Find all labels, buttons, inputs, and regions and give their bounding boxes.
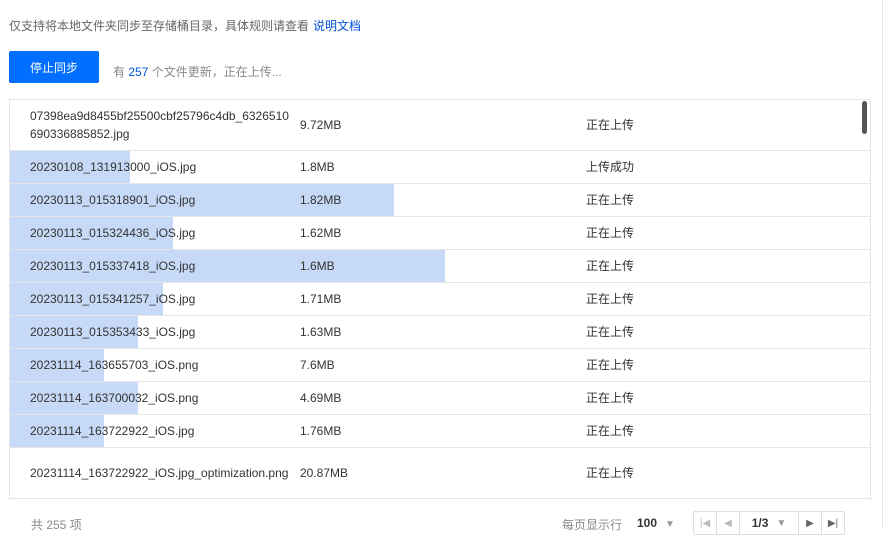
last-page-icon[interactable]: ▶| xyxy=(822,512,844,534)
per-page-value: 100 xyxy=(637,516,658,530)
file-size: 1.62MB xyxy=(300,226,342,240)
table-row: 20231114_163722922_iOS.jpg_optimization.… xyxy=(10,448,870,499)
file-name: 20231114_163655703_iOS.png xyxy=(30,358,199,372)
panel-edge xyxy=(882,0,891,529)
page-value: 1/3 xyxy=(751,516,769,530)
chevron-down-icon: ▼ xyxy=(665,519,675,530)
upload-status: 正在上传 xyxy=(586,424,635,438)
table-row: 20231114_163700032_iOS.png 4.69MB 正在上传 xyxy=(10,382,870,415)
file-name: 20231114_163722922_iOS.jpg_optimization.… xyxy=(30,466,289,480)
next-page-icon[interactable]: ▶ xyxy=(799,512,822,534)
table-row: 07398ea9d8455bf25500cbf25796c4db_6326510… xyxy=(10,100,870,151)
per-page-select[interactable]: 100 ▼ xyxy=(637,516,675,530)
table-footer: 共 255 项 每页显示行 100 ▼ |◀ ◀ 1/3 ▼ ▶ ▶| xyxy=(9,499,871,535)
file-name: 20230108_131913000_iOS.jpg xyxy=(30,160,197,174)
file-name: 20230113_015318901_iOS.jpg xyxy=(30,193,196,207)
table-row: 20230113_015337418_iOS.jpg 1.6MB 正在上传 xyxy=(10,250,870,283)
total-count: 共 255 项 xyxy=(31,518,82,532)
upload-status: 正在上传 xyxy=(586,325,635,339)
upload-status: 正在上传 xyxy=(586,391,635,405)
table-row: 20230113_015341257_iOS.jpg 1.71MB 正在上传 xyxy=(10,283,870,316)
file-name: 20230113_015353433_iOS.jpg xyxy=(30,325,196,339)
upload-status: 上传成功 xyxy=(586,160,635,174)
stop-sync-button[interactable]: 停止同步 xyxy=(9,51,99,83)
upload-status: 正在上传 xyxy=(586,466,635,480)
status-prefix: 有 xyxy=(113,65,126,79)
file-size: 7.6MB xyxy=(300,358,335,372)
chevron-down-icon: ▼ xyxy=(776,517,787,529)
file-size: 1.8MB xyxy=(300,160,335,174)
docs-link[interactable]: 说明文档 xyxy=(313,19,361,33)
file-size: 4.69MB xyxy=(300,391,342,405)
file-size: 20.87MB xyxy=(300,466,349,480)
file-size: 1.63MB xyxy=(300,325,342,339)
table-row: 20230113_015318901_iOS.jpg 1.82MB 正在上传 xyxy=(10,184,870,217)
upload-status: 正在上传 xyxy=(586,193,635,207)
file-name: 07398ea9d8455bf25500cbf25796c4db_6326510… xyxy=(30,109,289,141)
file-name: 20230113_015337418_iOS.jpg xyxy=(30,259,196,273)
status-suffix: 个文件更新，正在上传... xyxy=(151,65,282,79)
page-select[interactable]: 1/3 ▼ xyxy=(740,512,799,534)
sync-status: 有 257 个文件更新，正在上传... xyxy=(113,63,282,80)
upload-status: 正在上传 xyxy=(586,292,635,306)
upload-status: 正在上传 xyxy=(586,118,635,132)
table-scrollbar[interactable] xyxy=(862,101,867,134)
table-row: 20230113_015353433_iOS.jpg 1.63MB 正在上传 xyxy=(10,316,870,349)
file-size: 1.82MB xyxy=(300,193,342,207)
table-row: 20231114_163655703_iOS.png 7.6MB 正在上传 xyxy=(10,349,870,382)
prev-page-icon[interactable]: ◀ xyxy=(717,512,740,534)
pagination: |◀ ◀ 1/3 ▼ ▶ ▶| xyxy=(693,511,845,535)
file-table: 07398ea9d8455bf25500cbf25796c4db_6326510… xyxy=(9,99,871,500)
file-size: 1.71MB xyxy=(300,292,342,306)
file-size: 9.72MB xyxy=(300,118,342,132)
sync-notice: 仅支持将本地文件夹同步至存储桶目录，具体规则请查看 说明文档 xyxy=(9,17,361,34)
update-count: 257 xyxy=(128,65,149,79)
file-name: 20231114_163722922_iOS.jpg xyxy=(30,424,195,438)
file-name: 20230113_015341257_iOS.jpg xyxy=(30,292,196,306)
file-name: 20230113_015324436_iOS.jpg xyxy=(30,226,196,240)
table-row: 20231114_163722922_iOS.jpg 1.76MB 正在上传 xyxy=(10,415,870,448)
upload-status: 正在上传 xyxy=(586,226,635,240)
upload-status: 正在上传 xyxy=(586,259,635,273)
upload-status: 正在上传 xyxy=(586,358,635,372)
table-row: 20230113_015324436_iOS.jpg 1.62MB 正在上传 xyxy=(10,217,870,250)
file-name: 20231114_163700032_iOS.png xyxy=(30,391,199,405)
per-page-label: 每页显示行 xyxy=(562,518,623,532)
table-row: 20230108_131913000_iOS.jpg 1.8MB 上传成功 xyxy=(10,151,870,184)
notice-text: 仅支持将本地文件夹同步至存储桶目录，具体规则请查看 xyxy=(9,19,310,33)
file-size: 1.76MB xyxy=(300,424,342,438)
first-page-icon[interactable]: |◀ xyxy=(694,512,717,534)
file-size: 1.6MB xyxy=(300,259,335,273)
